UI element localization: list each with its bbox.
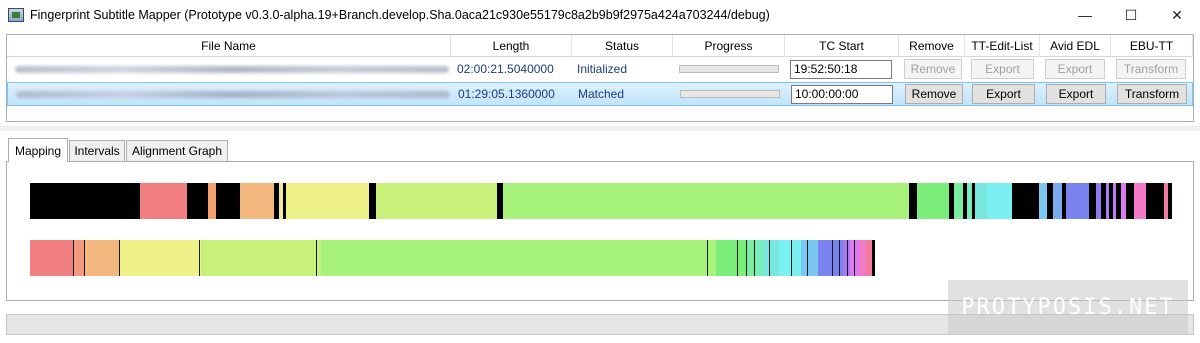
column-header-remove[interactable]: Remove: [899, 35, 965, 57]
status-cell: Initialized: [577, 62, 628, 76]
mapping-segment: [30, 240, 74, 276]
maximize-button[interactable]: ☐: [1108, 0, 1154, 30]
mapping-segment: [369, 183, 377, 219]
mapping-segment: [84, 240, 120, 276]
watermark: PROTYPOSIS.NET: [948, 280, 1188, 334]
file-name-blurred: [15, 66, 449, 73]
tc-start-input[interactable]: 10:00:00:00: [791, 85, 893, 104]
mapping-boundary-line: [831, 240, 833, 276]
tab-mapping[interactable]: Mapping: [8, 138, 68, 162]
mapping-boundary-line: [745, 240, 747, 276]
mapping-segment: [764, 240, 779, 276]
column-header-ebu-tt[interactable]: EBU-TT: [1111, 35, 1193, 57]
mapping-boundary-line: [199, 240, 200, 276]
mapping-segment: [1039, 183, 1048, 219]
column-header-avid-edl[interactable]: Avid EDL: [1040, 35, 1111, 57]
table-row[interactable]: 01:29:05.1360000 Matched 10:00:00:00 Rem…: [7, 82, 1193, 106]
tab-intervals[interactable]: Intervals: [69, 140, 125, 161]
length-cell: 01:29:05.1360000: [458, 87, 555, 101]
mapping-boundary-line: [316, 240, 318, 276]
title-bar: Fingerprint Subtitle Mapper (Prototype v…: [0, 0, 1200, 30]
ebu-tt-transform-button[interactable]: Transform: [1116, 59, 1186, 79]
mapping-segment: [286, 183, 370, 219]
tt-edit-list-export-button[interactable]: Export: [972, 84, 1035, 104]
length-cell: 02:00:21.5040000: [457, 62, 554, 76]
mapping-segment: [207, 183, 217, 219]
mapping-segment: [1145, 183, 1164, 219]
file-grid: File Name Length Status Progress TC Star…: [6, 34, 1194, 122]
mapping-segment: [1011, 183, 1040, 219]
table-row[interactable]: 02:00:21.5040000 Initialized 19:52:50:18…: [7, 58, 1193, 82]
mapping-segment: [239, 183, 275, 219]
mapping-segment: [716, 240, 748, 276]
mapping-segment: [216, 183, 240, 219]
mapping-segment: [953, 183, 964, 219]
mapping-segment: [975, 183, 987, 219]
minimize-button[interactable]: —: [1062, 0, 1108, 30]
mapping-boundary-line: [706, 240, 708, 276]
avid-edl-export-button[interactable]: Export: [1045, 59, 1105, 79]
column-header-progress[interactable]: Progress: [673, 35, 785, 57]
mapping-track-target: [30, 240, 875, 276]
mapping-boundary-line: [754, 240, 756, 276]
avid-edl-export-button[interactable]: Export: [1046, 84, 1106, 104]
mapping-segment: [320, 240, 717, 276]
mapping-segment: [1134, 183, 1146, 219]
mapping-boundary-line: [73, 240, 75, 276]
column-header-file-name[interactable]: File Name: [7, 35, 451, 57]
mapping-segment: [801, 240, 818, 276]
status-cell: Matched: [578, 87, 625, 101]
mapping-boundary-line: [768, 240, 770, 276]
mapping-segment: [908, 183, 918, 219]
progress-bar: [679, 65, 779, 73]
mapping-segment: [865, 240, 873, 276]
ebu-tt-transform-button[interactable]: Transform: [1117, 84, 1187, 104]
mapping-boundary-line: [853, 240, 855, 276]
mapping-segment: [503, 183, 909, 219]
mapping-boundary-line: [790, 240, 792, 276]
mapping-segment: [1053, 183, 1062, 219]
mapping-segment: [858, 240, 866, 276]
mapping-boundary-line: [806, 240, 808, 276]
mapping-segment: [1088, 183, 1097, 219]
mapping-segment: [376, 183, 498, 219]
mapping-segment: [186, 183, 208, 219]
mapping-segment: [1066, 183, 1089, 219]
app-icon: [8, 8, 24, 22]
remove-button[interactable]: Remove: [904, 59, 962, 79]
file-name-blurred: [16, 91, 450, 98]
mapping-segment: [201, 240, 321, 276]
mapping-boundary-line: [118, 240, 120, 276]
progress-bar: [680, 90, 780, 98]
window-title: Fingerprint Subtitle Mapper (Prototype v…: [30, 8, 770, 22]
tab-alignment-graph[interactable]: Alignment Graph: [126, 140, 228, 161]
column-header-tt-edit-list[interactable]: TT-Edit-List: [965, 35, 1040, 57]
column-header-length[interactable]: Length: [451, 35, 572, 57]
grid-header: File Name Length Status Progress TC Star…: [7, 35, 1193, 57]
close-button[interactable]: ✕: [1154, 0, 1200, 30]
mapping-boundary-line: [737, 240, 739, 276]
mapping-boundary-line: [84, 240, 86, 276]
splitter[interactable]: [0, 126, 1200, 131]
mapping-segment: [987, 183, 1012, 219]
mapping-track-source: [30, 183, 1172, 219]
mapping-segment: [140, 183, 187, 219]
tt-edit-list-export-button[interactable]: Export: [971, 59, 1034, 79]
mapping-segment: [1125, 183, 1135, 219]
column-header-tc-start[interactable]: TC Start: [785, 35, 899, 57]
mapping-segment: [872, 240, 875, 276]
mapping-segment: [1168, 183, 1172, 219]
mapping-segment: [30, 183, 141, 219]
mapping-boundary-line: [838, 240, 840, 276]
mapping-segment: [917, 183, 950, 219]
column-header-status[interactable]: Status: [572, 35, 673, 57]
remove-button[interactable]: Remove: [905, 84, 963, 104]
mapping-segment: [755, 240, 765, 276]
mapping-segment: [119, 240, 202, 276]
mapping-boundary-line: [847, 240, 849, 276]
tc-start-input[interactable]: 19:52:50:18: [790, 60, 892, 79]
